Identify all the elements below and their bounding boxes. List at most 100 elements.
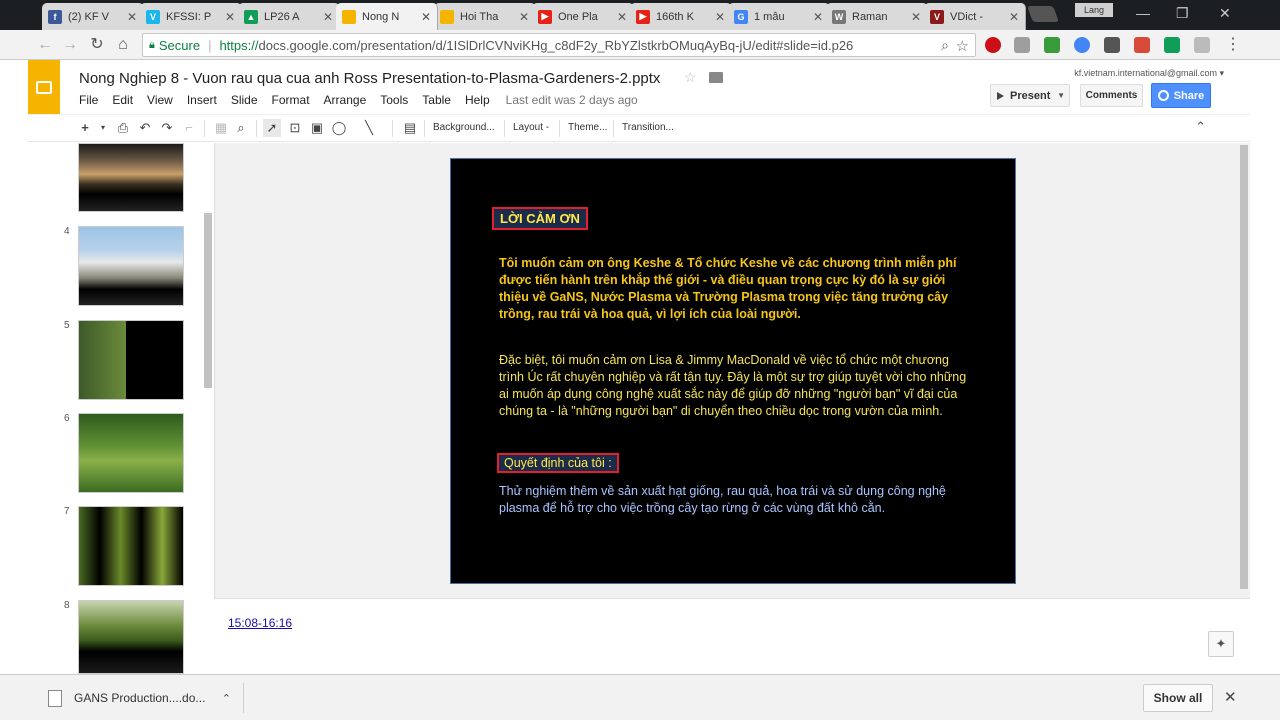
browser-tab[interactable]: V KFSSI: P ✕ bbox=[140, 3, 242, 30]
close-tab-icon[interactable]: ✕ bbox=[617, 10, 627, 24]
profile-button[interactable]: Lang bbox=[1075, 3, 1113, 17]
browser-tab[interactable]: V VDict - ✕ bbox=[924, 3, 1026, 30]
minimize-icon[interactable]: — bbox=[1136, 5, 1150, 21]
menu-item-view[interactable]: View bbox=[147, 93, 173, 107]
restore-icon[interactable]: ❐ bbox=[1176, 5, 1189, 22]
close-tab-icon[interactable]: ✕ bbox=[225, 10, 235, 24]
browser-tab[interactable]: W Raman ✕ bbox=[826, 3, 928, 30]
slide-thumbnail[interactable] bbox=[78, 600, 184, 674]
slide-heading[interactable]: LỜI CẢM ƠN bbox=[492, 207, 588, 230]
select-cursor-icon[interactable]: ➚ bbox=[263, 119, 281, 137]
reload-icon[interactable]: ↻ bbox=[87, 35, 107, 55]
browser-tab[interactable]: ▶ 166th K ✕ bbox=[630, 3, 732, 30]
theme-button[interactable]: Theme... bbox=[568, 122, 607, 133]
zoom-icon[interactable]: ⌕ bbox=[941, 37, 949, 54]
account-email[interactable]: kf.vietnam.international@gmail.com ▾ bbox=[1074, 68, 1224, 79]
canvas-scrollbar[interactable] bbox=[1240, 145, 1248, 589]
browser-tab[interactable]: Nong N ✕ bbox=[336, 3, 438, 30]
close-tab-icon[interactable]: ✕ bbox=[715, 10, 725, 24]
extension-icon[interactable] bbox=[1194, 37, 1210, 53]
extension-icon[interactable] bbox=[1134, 37, 1150, 53]
close-window-icon[interactable]: ✕ bbox=[1219, 5, 1231, 22]
bookmark-star-icon[interactable]: ☆ bbox=[956, 37, 969, 55]
browser-tab[interactable]: ▲ LP26 A ✕ bbox=[238, 3, 340, 30]
background-button[interactable]: Background... bbox=[433, 122, 495, 133]
close-tab-icon[interactable]: ✕ bbox=[323, 10, 333, 24]
drive-extension-icon[interactable] bbox=[1164, 37, 1180, 53]
menu-item-arrange[interactable]: Arrange bbox=[324, 93, 367, 107]
slide-paragraph-thanks[interactable]: Tôi muốn cảm ơn ông Keshe & Tổ chức Kesh… bbox=[499, 255, 969, 323]
notes-timestamp-link[interactable]: 15:08-16:16 bbox=[228, 616, 292, 630]
chevron-up-icon[interactable]: ⌃ bbox=[222, 692, 231, 705]
chrome-menu-icon[interactable]: ⋮ bbox=[1223, 35, 1243, 55]
new-tab-button[interactable] bbox=[1027, 6, 1059, 22]
menu-item-format[interactable]: Format bbox=[272, 93, 310, 107]
menu-item-table[interactable]: Table bbox=[422, 93, 451, 107]
slide-thumbnail[interactable] bbox=[78, 413, 184, 493]
slide-thumbnail[interactable] bbox=[78, 143, 184, 212]
new-slide-icon[interactable]: + bbox=[76, 119, 94, 137]
print-icon[interactable]: ⎙ bbox=[114, 119, 132, 137]
last-edit-status[interactable]: Last edit was 2 days ago bbox=[506, 93, 638, 107]
document-title[interactable]: Nong Nghiep 8 - Vuon rau qua cua anh Ros… bbox=[79, 70, 660, 87]
close-icon[interactable]: ✕ bbox=[1224, 688, 1237, 706]
browser-tab[interactable]: ▶ One Pla ✕ bbox=[532, 3, 634, 30]
explore-icon[interactable]: ✦ bbox=[1208, 631, 1234, 657]
slide-subheading[interactable]: Quyết định của tôi : bbox=[497, 453, 619, 473]
undo-icon[interactable]: ↶ bbox=[136, 119, 154, 137]
menu-item-edit[interactable]: Edit bbox=[112, 93, 133, 107]
browser-tab[interactable]: G 1 mẫu ✕ bbox=[728, 3, 830, 30]
browser-tab[interactable]: Hoi Tha ✕ bbox=[434, 3, 536, 30]
slide-thumbnail[interactable] bbox=[78, 226, 184, 306]
star-icon[interactable]: ☆ bbox=[684, 69, 697, 86]
download-item[interactable]: GANS Production....do... ⌃ bbox=[34, 683, 244, 713]
share-button[interactable]: Share bbox=[1151, 83, 1211, 108]
close-tab-icon[interactable]: ✕ bbox=[911, 10, 921, 24]
zoom-icon[interactable]: ⌕ bbox=[232, 119, 250, 137]
speaker-notes[interactable]: 15:08-16:16 ✦ bbox=[214, 598, 1250, 674]
slide-paragraph-decision[interactable]: Thử nghiệm thêm về sản xuất hạt giống, r… bbox=[499, 483, 979, 517]
close-tab-icon[interactable]: ✕ bbox=[1009, 10, 1019, 24]
slides-logo-icon[interactable] bbox=[28, 60, 60, 114]
collapse-toolbar-icon[interactable]: ⌃ bbox=[1195, 119, 1206, 135]
menu-item-insert[interactable]: Insert bbox=[187, 93, 217, 107]
opera-extension-icon[interactable] bbox=[985, 37, 1001, 53]
menu-item-slide[interactable]: Slide bbox=[231, 93, 258, 107]
chevron-down-icon[interactable]: ▾ bbox=[94, 119, 112, 137]
fit-icon[interactable]: ▦ bbox=[212, 119, 230, 137]
address-bar[interactable]: 🔒︎ Secure | https:// docs.google.com/pre… bbox=[142, 33, 976, 57]
transition-button[interactable]: Transition... bbox=[622, 122, 674, 133]
redo-icon[interactable]: ↷ bbox=[158, 119, 176, 137]
line-icon[interactable]: ╲ bbox=[360, 119, 378, 137]
comments-button[interactable]: Comments bbox=[1080, 84, 1143, 107]
image-icon[interactable]: ▣ bbox=[308, 119, 326, 137]
close-tab-icon[interactable]: ✕ bbox=[421, 10, 431, 24]
current-slide[interactable]: LỜI CẢM ƠN Tôi muốn cảm ơn ông Keshe & T… bbox=[450, 158, 1016, 584]
slide-thumbnail[interactable] bbox=[78, 506, 184, 586]
slide-paragraph-special-thanks[interactable]: Đặc biệt, tôi muốn cảm ơn Lisa & Jimmy M… bbox=[499, 352, 969, 420]
layout-button[interactable]: Layout - bbox=[513, 122, 549, 133]
paint-format-icon[interactable]: ⌐ bbox=[180, 119, 198, 137]
close-tab-icon[interactable]: ✕ bbox=[519, 10, 529, 24]
back-arrow-icon[interactable]: ← bbox=[35, 35, 55, 55]
extension-icon[interactable] bbox=[1014, 37, 1030, 53]
present-button[interactable]: Present ▼ bbox=[990, 84, 1070, 107]
close-tab-icon[interactable]: ✕ bbox=[813, 10, 823, 24]
folder-icon[interactable] bbox=[709, 72, 723, 83]
shape-icon[interactable]: ◯ bbox=[330, 119, 348, 137]
extension-icon[interactable] bbox=[1074, 37, 1090, 53]
show-all-button[interactable]: Show all bbox=[1143, 684, 1213, 712]
slide-thumbnail[interactable] bbox=[78, 320, 184, 400]
chevron-down-icon[interactable]: ▼ bbox=[1057, 91, 1065, 100]
close-tab-icon[interactable]: ✕ bbox=[127, 10, 137, 24]
menu-item-help[interactable]: Help bbox=[465, 93, 490, 107]
filmstrip-scrollbar[interactable] bbox=[204, 213, 212, 388]
menu-item-file[interactable]: File bbox=[79, 93, 98, 107]
textbox-icon[interactable]: ⊡ bbox=[286, 119, 304, 137]
comment-add-icon[interactable]: ▤ bbox=[401, 119, 419, 137]
browser-tab[interactable]: f (2) KF V ✕ bbox=[42, 3, 144, 30]
forward-arrow-icon[interactable]: → bbox=[60, 35, 80, 55]
extension-icon[interactable] bbox=[1044, 37, 1060, 53]
home-icon[interactable]: ⌂ bbox=[113, 35, 133, 55]
extension-icon[interactable] bbox=[1104, 37, 1120, 53]
